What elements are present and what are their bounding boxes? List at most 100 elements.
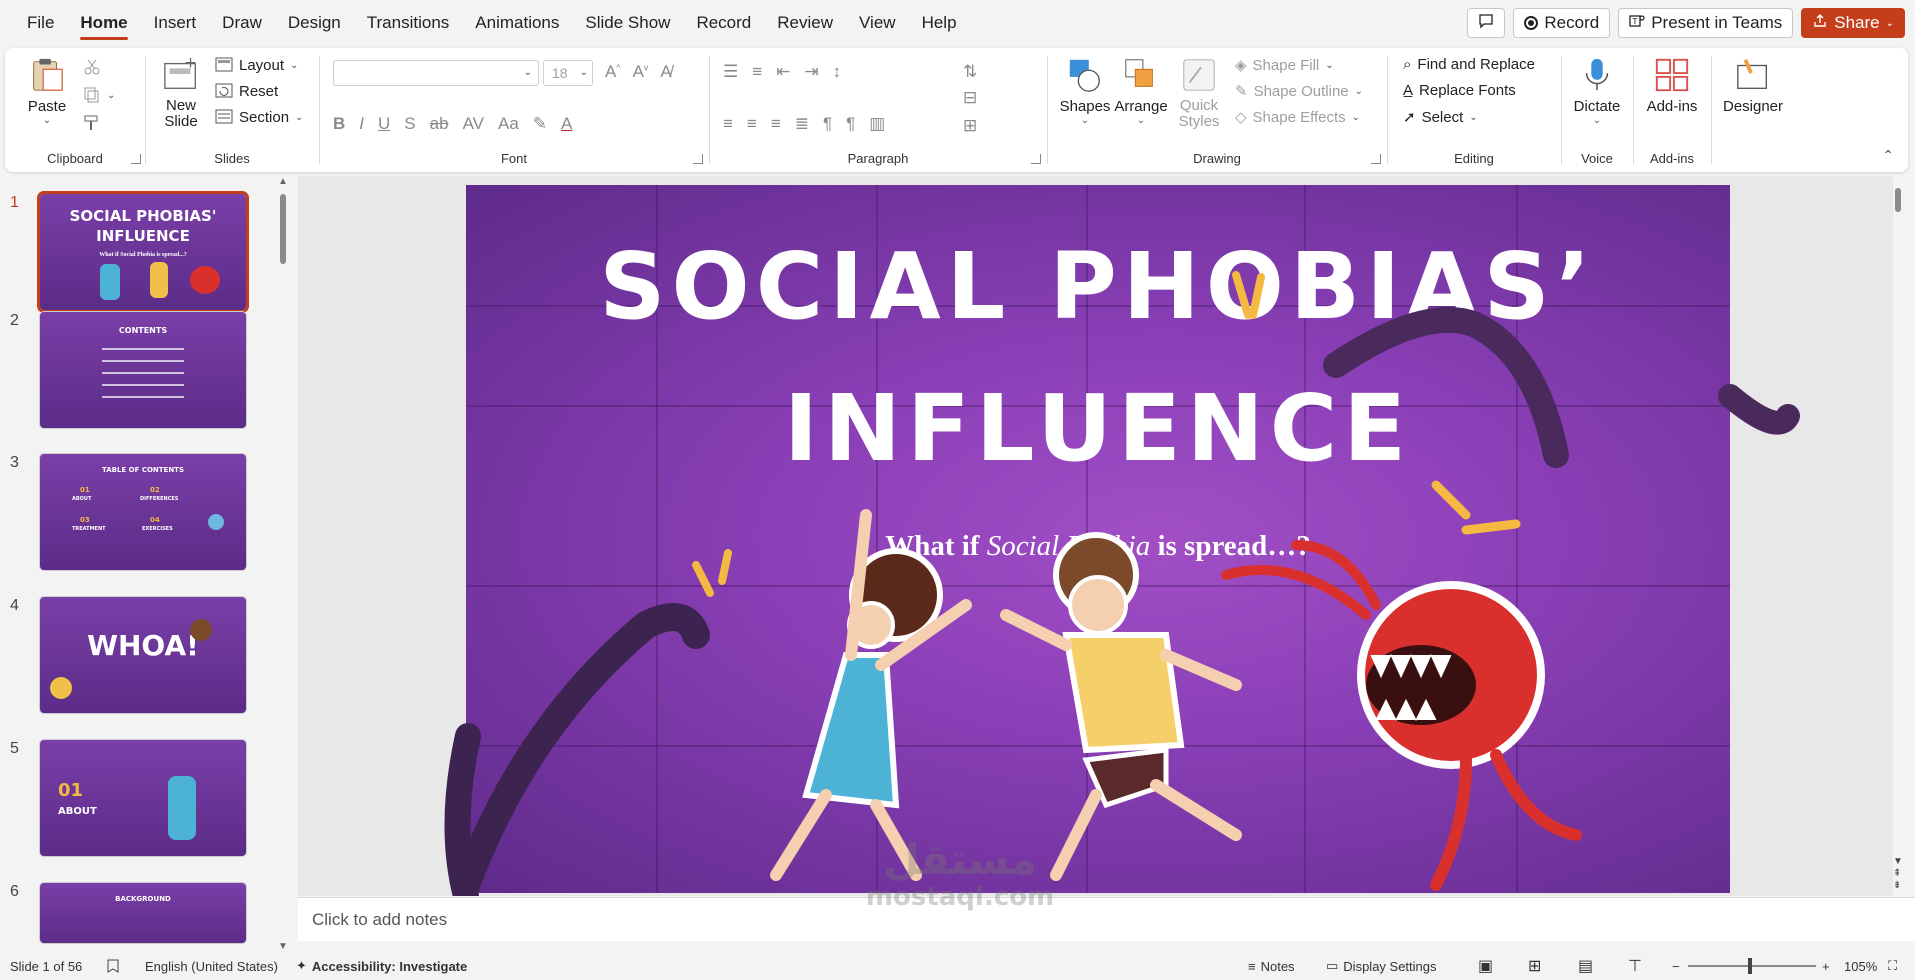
- designer-button[interactable]: Designer: [1719, 56, 1787, 115]
- thumbnail-slide-3[interactable]: TABLE OF CONTENTS 01 02 ABOUT DIFFERENCE…: [40, 454, 246, 570]
- clear-formatting-icon[interactable]: A̸: [660, 62, 671, 82]
- menu-file[interactable]: File: [14, 0, 67, 46]
- highlight-icon[interactable]: ✎: [533, 114, 547, 134]
- shadow-icon[interactable]: S: [404, 114, 415, 134]
- ltr-icon[interactable]: ¶: [823, 114, 832, 134]
- thumbnail-slide-5[interactable]: 01 ABOUT: [40, 740, 246, 856]
- quick-styles-button[interactable]: Quick Styles: [1171, 56, 1227, 130]
- thumbnail-slide-2[interactable]: CONTENTS: [40, 312, 246, 428]
- slideshow-view-icon[interactable]: ⊤: [1628, 956, 1642, 976]
- align-text-icon[interactable]: ⊟: [963, 88, 977, 108]
- shape-fill-button[interactable]: ◈ Shape Fill ⌄: [1235, 56, 1334, 75]
- zoom-slider-thumb[interactable]: [1748, 958, 1752, 974]
- bullets-icon[interactable]: ☰: [723, 62, 738, 82]
- font-color-icon[interactable]: A: [561, 114, 572, 134]
- notes-toggle[interactable]: ≡ Notes: [1248, 959, 1295, 974]
- align-center-icon[interactable]: ≡: [747, 114, 757, 134]
- line-spacing-icon[interactable]: ↕: [833, 62, 842, 82]
- zoom-out-icon[interactable]: −: [1672, 959, 1680, 974]
- present-in-teams-button[interactable]: T Present in Teams: [1618, 8, 1794, 38]
- change-case-icon[interactable]: Aa: [498, 114, 519, 134]
- replace-fonts-button[interactable]: A̲ Replace Fonts: [1403, 82, 1516, 99]
- display-settings-button[interactable]: ▭ Display Settings: [1326, 958, 1437, 974]
- record-button[interactable]: Record: [1513, 8, 1611, 38]
- shapes-button[interactable]: Shapes ⌄: [1059, 56, 1111, 126]
- align-left-icon[interactable]: ≡: [723, 114, 733, 134]
- menu-home[interactable]: Home: [67, 0, 140, 46]
- menu-view[interactable]: View: [846, 0, 909, 46]
- dictate-button[interactable]: Dictate ⌄: [1567, 56, 1627, 126]
- menu-animations[interactable]: Animations: [462, 0, 572, 46]
- columns-icon[interactable]: ▥: [869, 114, 885, 134]
- slide-scrollbar[interactable]: ▼ ⇞ ⇟: [1893, 176, 1903, 896]
- zoom-level[interactable]: 105%: [1844, 959, 1877, 974]
- find-replace-button[interactable]: ⌕ Find and Replace: [1403, 56, 1535, 73]
- menu-draw[interactable]: Draw: [209, 0, 275, 46]
- font-size-field[interactable]: 18 ⌄: [543, 60, 593, 86]
- decrease-indent-icon[interactable]: ⇤: [776, 62, 790, 82]
- strikethrough-icon[interactable]: ab: [430, 114, 449, 134]
- new-slide-button[interactable]: New Slide: [153, 56, 209, 130]
- scroll-buttons[interactable]: ▼ ⇞ ⇟: [1893, 856, 1903, 892]
- thumbnail-slide-1[interactable]: SOCIAL PHOBIAS' INFLUENCE What if Social…: [40, 194, 246, 310]
- zoom-slider[interactable]: [1688, 958, 1816, 974]
- align-right-icon[interactable]: ≡: [771, 114, 781, 134]
- menu-review[interactable]: Review: [764, 0, 846, 46]
- addins-button[interactable]: Add-ins: [1641, 56, 1703, 115]
- select-button[interactable]: ➚ Select ⌄: [1403, 108, 1478, 127]
- character-spacing-icon[interactable]: AV: [463, 114, 484, 134]
- font-name-field[interactable]: ⌄: [333, 60, 539, 86]
- menu-help[interactable]: Help: [909, 0, 970, 46]
- thumbnails-scrollbar[interactable]: ▲ ▼: [278, 176, 288, 952]
- scroll-up-icon[interactable]: ▲: [278, 176, 288, 187]
- menu-record[interactable]: Record: [683, 0, 764, 46]
- shape-outline-button[interactable]: ✎ Shape Outline ⌄: [1235, 82, 1363, 101]
- rtl-icon[interactable]: ¶: [846, 114, 855, 134]
- menu-design[interactable]: Design: [275, 0, 354, 46]
- copy-button[interactable]: ⌄: [83, 86, 115, 104]
- increase-font-icon[interactable]: A^: [605, 62, 621, 82]
- justify-icon[interactable]: ≣: [795, 114, 809, 134]
- menu-transitions[interactable]: Transitions: [354, 0, 463, 46]
- clipboard-launcher-icon[interactable]: [131, 154, 141, 164]
- underline-icon[interactable]: U: [378, 114, 390, 134]
- collapse-ribbon-icon[interactable]: ⌃: [1882, 147, 1894, 164]
- increase-indent-icon[interactable]: ⇥: [804, 62, 818, 82]
- fit-to-window-icon[interactable]: ⛶: [1888, 958, 1897, 974]
- thumbnail-slide-6[interactable]: BACKGROUND: [40, 883, 246, 943]
- thumbnail-slide-4[interactable]: WHOA!: [40, 597, 246, 713]
- menu-slide-show[interactable]: Slide Show: [572, 0, 683, 46]
- menu-insert[interactable]: Insert: [141, 0, 210, 46]
- format-painter-button[interactable]: [83, 114, 101, 132]
- shape-effects-button[interactable]: ◇ Shape Effects ⌄: [1235, 108, 1360, 127]
- smartart-icon[interactable]: ⊞: [963, 116, 977, 136]
- font-launcher-icon[interactable]: [693, 154, 703, 164]
- italic-icon[interactable]: I: [359, 114, 364, 134]
- cut-button[interactable]: [83, 58, 101, 76]
- language-indicator[interactable]: English (United States): [145, 959, 278, 974]
- reset-button[interactable]: Reset: [215, 82, 278, 100]
- arrange-button[interactable]: Arrange ⌄: [1113, 56, 1169, 126]
- text-direction-icon[interactable]: ⇅: [963, 62, 977, 82]
- spellcheck-icon[interactable]: [106, 958, 122, 974]
- notes-pane[interactable]: Click to add notes: [298, 897, 1915, 941]
- bold-icon[interactable]: B: [333, 114, 345, 134]
- scrollbar-thumb[interactable]: [1895, 188, 1901, 212]
- decrease-font-icon[interactable]: Av: [633, 62, 649, 82]
- drawing-launcher-icon[interactable]: [1371, 154, 1381, 164]
- share-button[interactable]: Share ⌄: [1801, 8, 1905, 38]
- numbering-icon[interactable]: ≡: [752, 62, 762, 82]
- section-button[interactable]: Section ⌄: [215, 108, 303, 126]
- layout-button[interactable]: Layout ⌄: [215, 56, 298, 74]
- normal-view-icon[interactable]: ▣: [1478, 956, 1493, 976]
- scrollbar-thumb[interactable]: [280, 194, 286, 264]
- scroll-down-icon[interactable]: ▼: [278, 941, 288, 952]
- slide-sorter-icon[interactable]: ⊞: [1528, 956, 1541, 976]
- paragraph-launcher-icon[interactable]: [1031, 154, 1041, 164]
- comments-button[interactable]: [1467, 8, 1506, 38]
- zoom-in-icon[interactable]: +: [1822, 959, 1830, 974]
- accessibility-button[interactable]: ✦ Accessibility: Investigate: [296, 958, 467, 974]
- current-slide[interactable]: SOCIAL PHOBIAS’ INFLUENCE What if Social…: [466, 185, 1730, 893]
- paste-button[interactable]: Paste ⌄: [17, 56, 77, 126]
- reading-view-icon[interactable]: ▤: [1578, 956, 1593, 976]
